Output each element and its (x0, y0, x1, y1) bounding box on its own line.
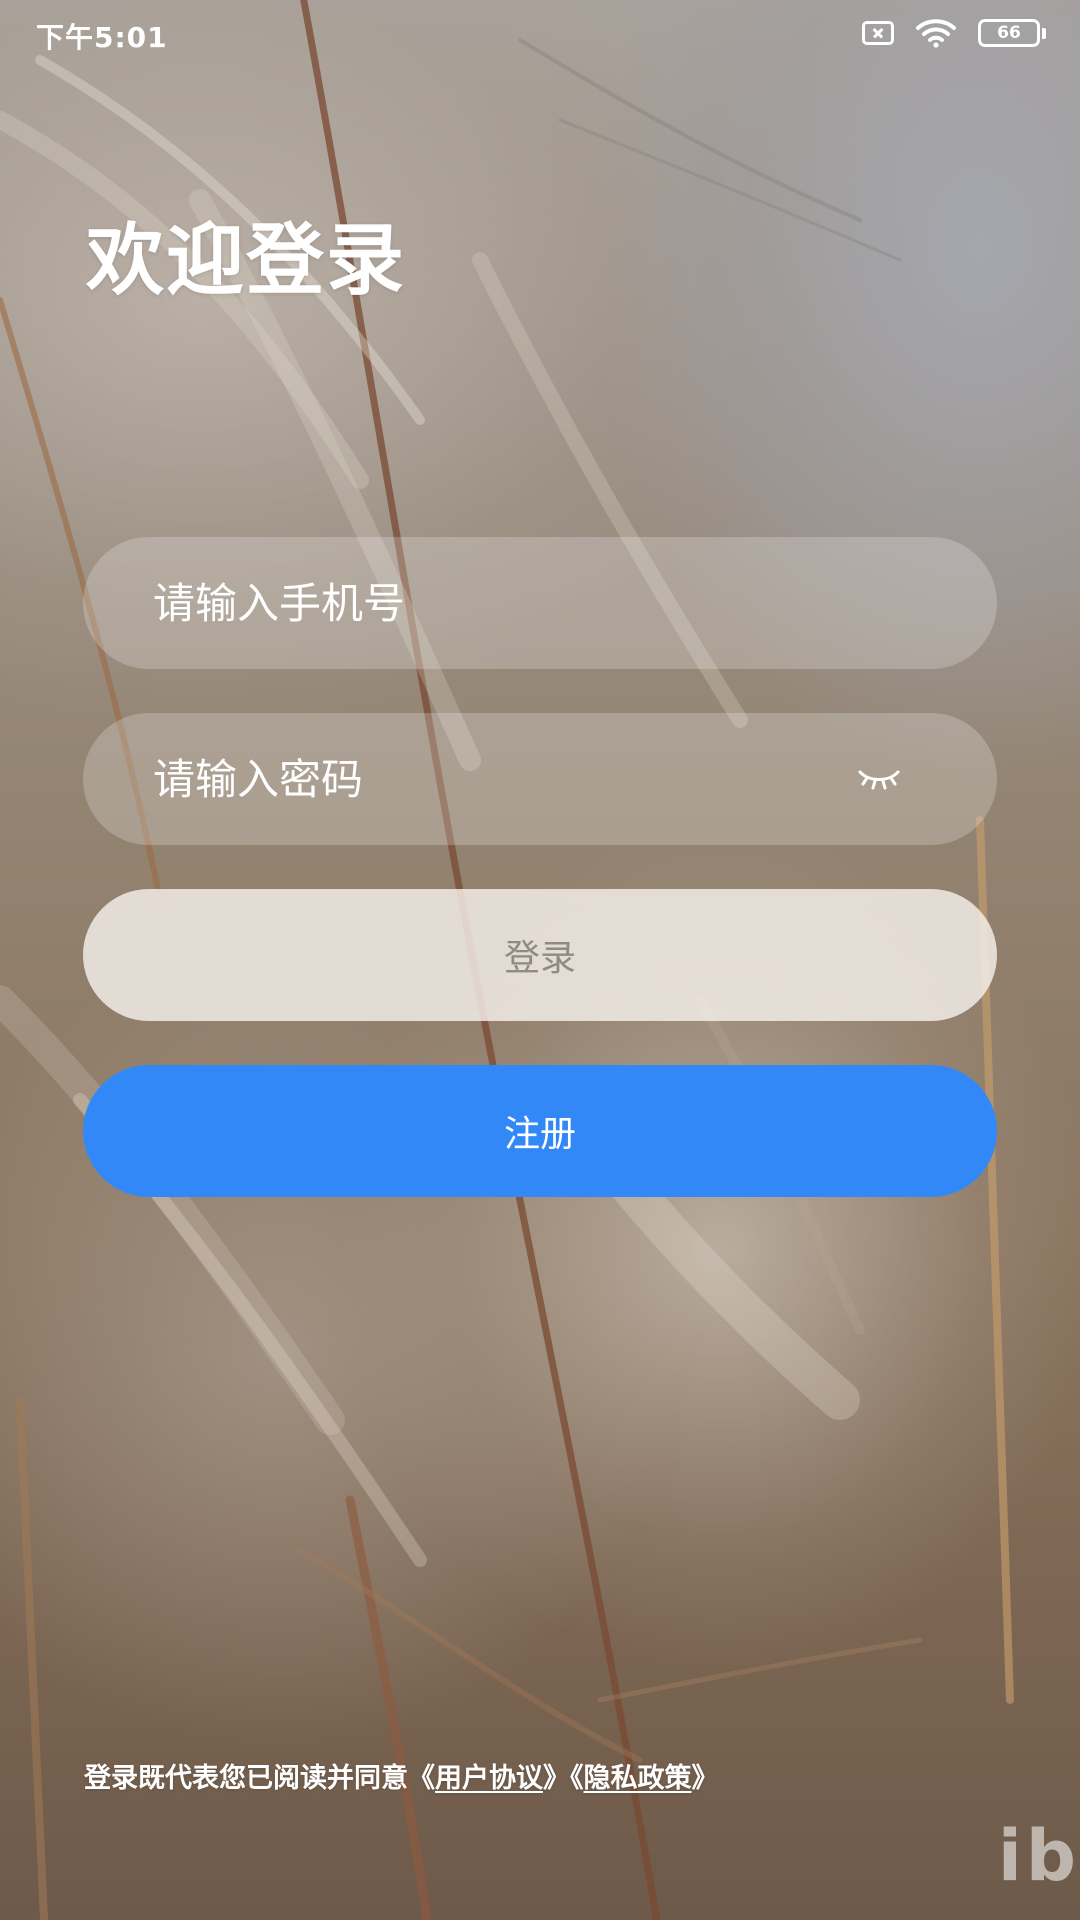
agreement-prefix: 登录既代表您已阅读并同意《 (84, 1763, 435, 1794)
agreement-middle: 》《 (543, 1763, 584, 1794)
phone-input[interactable] (153, 537, 853, 669)
password-input[interactable] (153, 713, 853, 845)
privacy-policy-link[interactable]: 隐私政策 (584, 1763, 692, 1794)
page-title: 欢迎登录 (86, 216, 407, 306)
register-button[interactable]: 注册 (83, 1065, 997, 1197)
status-bar: 下午5:01 66 (0, 0, 1080, 70)
login-button[interactable]: 登录 (83, 889, 997, 1021)
agreement-text: 登录既代表您已阅读并同意《用户协议》《隐私政策》 (84, 1756, 719, 1795)
sim-absent-icon (862, 21, 894, 45)
password-field[interactable] (83, 713, 997, 845)
status-time: 下午5:01 (36, 21, 168, 54)
battery-tip (1042, 27, 1046, 39)
battery-level: 66 (978, 19, 1040, 47)
phone-field[interactable] (83, 537, 997, 669)
watermark: ib (997, 1815, 1080, 1897)
user-agreement-link[interactable]: 用户协议 (435, 1763, 543, 1794)
eye-closed-icon[interactable] (857, 766, 901, 792)
agreement-suffix: 》 (691, 1763, 719, 1794)
battery-icon: 66 (978, 19, 1046, 47)
status-icons: 66 (862, 18, 1046, 48)
wifi-icon (916, 19, 956, 48)
